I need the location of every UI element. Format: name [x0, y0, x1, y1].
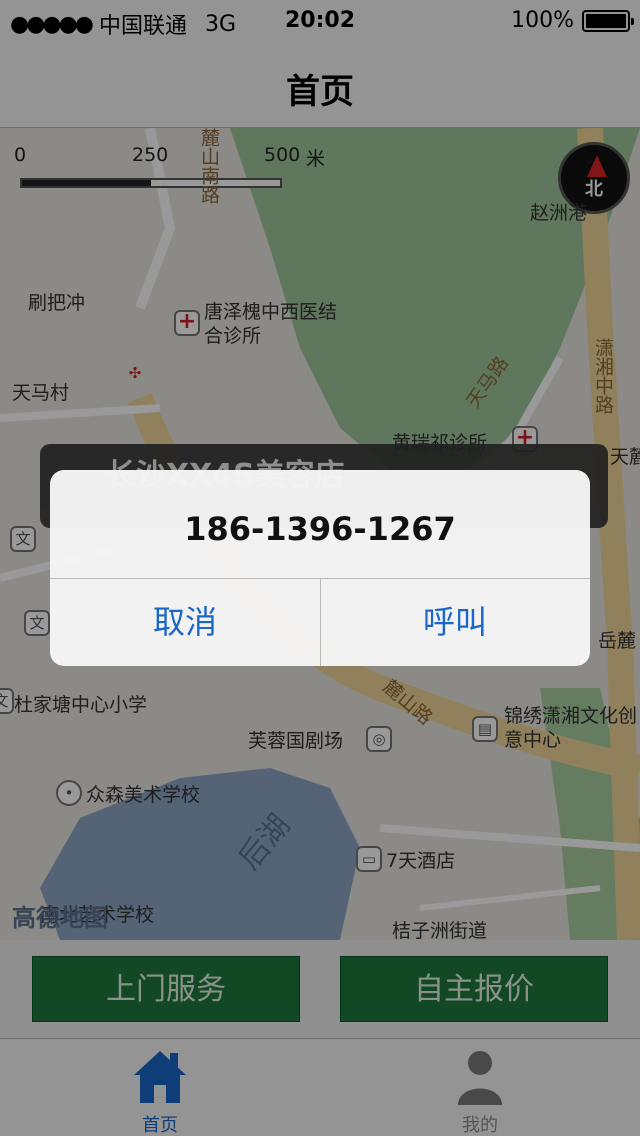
- cancel-button[interactable]: 取消: [50, 578, 320, 666]
- call-button[interactable]: 呼叫: [320, 578, 590, 666]
- phone-number: 186-1396-1267: [184, 510, 456, 548]
- call-alert-dialog: 186-1396-1267 取消 呼叫: [50, 470, 590, 666]
